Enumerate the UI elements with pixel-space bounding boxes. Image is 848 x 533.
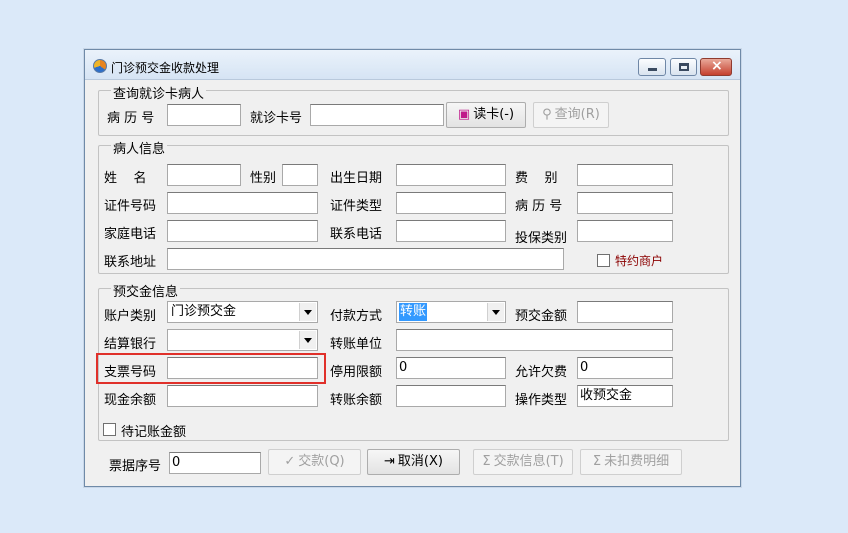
patient-record-no-input[interactable] xyxy=(577,192,673,214)
name-label: 姓 名 xyxy=(104,171,147,186)
read-card-button-label: 读卡(-) xyxy=(473,107,515,122)
transfer-balance-input[interactable] xyxy=(396,385,506,407)
id-type-input[interactable] xyxy=(396,192,506,214)
minimize-button[interactable] xyxy=(638,58,666,76)
receipt-no-input[interactable]: 0 xyxy=(169,452,261,474)
birth-date-label: 出生日期 xyxy=(330,171,383,186)
id-no-input[interactable] xyxy=(167,192,318,214)
unpaid-detail-button-label: 未扣费明细 xyxy=(604,454,670,469)
query-button[interactable]: ⚲ 查询(R) xyxy=(533,102,609,128)
gender-label: 性别 xyxy=(250,171,277,186)
patient-record-no-label: 病 历 号 xyxy=(515,199,563,214)
binoculars-icon: ⚲ xyxy=(542,107,552,122)
settlement-bank-label: 结算银行 xyxy=(104,337,157,352)
birth-date-input[interactable] xyxy=(396,164,506,186)
account-type-label: 账户类别 xyxy=(104,309,157,324)
maximize-button[interactable] xyxy=(670,58,697,76)
deposit-group-title: 预交金信息 xyxy=(111,281,181,300)
check-no-highlight xyxy=(96,353,326,384)
patient-group: 病人信息 姓 名 性别 出生日期 费 别 证件号码 证件类型 病 历 号 家庭电… xyxy=(98,138,729,274)
special-merchant-checkbox[interactable] xyxy=(597,254,610,267)
pay-info-button-label: 交款信息(T) xyxy=(493,454,564,469)
query-group: 查询就诊卡病人 病 历 号 就诊卡号 ▣ 读卡(-) ⚲ 查询(R) xyxy=(98,83,729,136)
sigma-icon: Σ xyxy=(482,454,491,469)
account-type-value: 门诊预交金 xyxy=(171,304,237,319)
contact-phone-input[interactable] xyxy=(396,220,506,242)
transfer-unit-label: 转账单位 xyxy=(330,337,383,352)
query-button-label: 查询(R) xyxy=(554,107,600,122)
title-bar: 门诊预交金收款处理 × xyxy=(85,50,740,80)
insurance-type-label: 投保类别 xyxy=(515,231,568,246)
transfer-unit-input[interactable] xyxy=(396,329,673,351)
pending-amount-checkbox[interactable] xyxy=(103,423,116,436)
payment-method-select[interactable]: 转账 xyxy=(396,301,506,323)
fee-type-label: 费 别 xyxy=(515,171,558,186)
gender-input[interactable] xyxy=(282,164,318,186)
deposit-amount-label: 预交金额 xyxy=(515,309,568,324)
contact-phone-label: 联系电话 xyxy=(330,227,383,242)
pay-info-button[interactable]: Σ 交款信息(T) xyxy=(473,449,573,475)
home-phone-input[interactable] xyxy=(167,220,318,242)
record-no-label: 病 历 号 xyxy=(107,111,155,126)
sigma-icon: Σ xyxy=(592,454,602,469)
maximize-icon xyxy=(679,63,689,71)
chevron-down-icon[interactable] xyxy=(299,331,316,349)
settlement-bank-select[interactable] xyxy=(167,329,318,351)
pending-amount-label: 待记账金额 xyxy=(121,425,187,440)
close-button[interactable]: × xyxy=(700,58,732,76)
home-phone-label: 家庭电话 xyxy=(104,227,157,242)
allow-owe-input[interactable]: 0 xyxy=(577,357,673,379)
cancel-button[interactable]: ⇥ 取消(X) xyxy=(367,449,460,475)
app-logo-icon xyxy=(93,59,107,73)
card-no-label: 就诊卡号 xyxy=(250,111,303,126)
insurance-type-input[interactable] xyxy=(577,220,673,242)
id-no-label: 证件号码 xyxy=(104,199,157,214)
read-card-button[interactable]: ▣ 读卡(-) xyxy=(446,102,526,128)
close-icon: × xyxy=(711,58,723,74)
checkmark-icon: ✓ xyxy=(284,454,296,469)
fee-type-input[interactable] xyxy=(577,164,673,186)
deposit-amount-input[interactable] xyxy=(577,301,673,323)
stop-limit-label: 停用限额 xyxy=(330,365,383,380)
name-input[interactable] xyxy=(167,164,241,186)
receipt-no-label: 票据序号 xyxy=(109,459,162,474)
transfer-balance-label: 转账余额 xyxy=(330,393,383,408)
patient-group-title: 病人信息 xyxy=(111,138,168,157)
card-reader-icon: ▣ xyxy=(457,107,471,122)
minimize-icon xyxy=(648,68,657,71)
operation-type-input[interactable]: 收预交金 xyxy=(577,385,673,407)
pay-button-label: 交款(Q) xyxy=(298,454,345,469)
payment-method-value: 转账 xyxy=(399,303,428,321)
account-type-select[interactable]: 门诊预交金 xyxy=(167,301,318,323)
window-title: 门诊预交金收款处理 xyxy=(111,61,220,75)
query-group-title: 查询就诊卡病人 xyxy=(111,83,207,102)
stop-limit-input[interactable]: 0 xyxy=(396,357,506,379)
cancel-button-label: 取消(X) xyxy=(397,454,443,469)
address-input[interactable] xyxy=(167,248,564,270)
id-type-label: 证件类型 xyxy=(330,199,383,214)
address-label: 联系地址 xyxy=(104,255,157,270)
unpaid-detail-button[interactable]: Σ 未扣费明细 xyxy=(580,449,682,475)
chevron-down-icon[interactable] xyxy=(487,303,504,321)
operation-type-label: 操作类型 xyxy=(515,393,568,408)
record-no-input[interactable] xyxy=(167,104,241,126)
deposit-window: 门诊预交金收款处理 × 查询就诊卡病人 病 历 号 就诊卡号 ▣ 读卡(-) ⚲ 查… xyxy=(84,49,741,487)
card-no-input[interactable] xyxy=(310,104,444,126)
cash-balance-label: 现金余额 xyxy=(104,393,157,408)
payment-method-label: 付款方式 xyxy=(330,309,383,324)
pay-button[interactable]: ✓ 交款(Q) xyxy=(268,449,361,475)
chevron-down-icon[interactable] xyxy=(299,303,316,321)
allow-owe-label: 允许欠费 xyxy=(515,365,568,380)
cash-balance-input[interactable] xyxy=(167,385,318,407)
special-merchant-label: 特约商户 xyxy=(615,254,664,268)
exit-door-icon: ⇥ xyxy=(384,454,395,469)
